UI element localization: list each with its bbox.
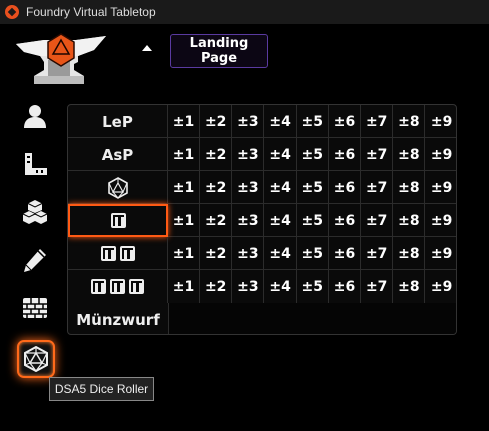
dice-row-label[interactable] [68,270,168,303]
modifier-button[interactable]: ±5 [297,237,329,270]
modifier-button[interactable]: ±2 [200,270,233,303]
modifier-button[interactable]: ±3 [232,270,265,303]
modifier-button[interactable]: ±2 [200,204,233,237]
window-title: Foundry Virtual Tabletop [26,5,156,19]
modifier-button[interactable]: ±3 [232,237,265,270]
tool-measure[interactable] [17,146,53,182]
dice-roller-panel: LeP ±1 ±2 ±3 ±4 ±5 ±6 ±7 ±8 ±9 AsP ±1 ±2 ±3 ±4 ±5 ±6 ±7 ±8… [67,104,457,335]
modifier-button[interactable]: ±4 [265,171,297,204]
tool-drawing[interactable] [17,242,53,278]
modifier-button[interactable]: ±8 [393,204,426,237]
dice-row-label[interactable]: AsP [68,138,168,171]
modifier-button[interactable]: ±4 [265,270,297,303]
modifier-button[interactable]: ±3 [232,204,265,237]
landing-page-button[interactable]: Landing Page [170,34,268,68]
user-icon [24,105,46,128]
modifier-button[interactable]: ±6 [329,204,361,237]
modifier-button[interactable]: ±9 [426,171,456,204]
modifier-button[interactable]: ±7 [361,204,394,237]
dice-row: ±1 ±2 ±3 ±4 ±5 ±6 ±7 ±8 ±9 [68,171,456,204]
modifier-button[interactable]: ±4 [265,204,297,237]
cubes-icon [22,200,48,224]
title-bar: Foundry Virtual Tabletop [0,0,489,24]
modifier-button[interactable]: ±6 [329,105,361,138]
modifier-button[interactable]: ±7 [361,171,394,204]
modifier-button[interactable]: ±2 [200,138,233,171]
d6-icon [100,246,116,261]
d6-icon [119,246,135,261]
modifier-button[interactable]: ±1 [168,171,200,204]
modifier-button[interactable]: ±4 [265,138,297,171]
modifier-button[interactable]: ±2 [200,237,233,270]
modifier-button[interactable]: ±1 [168,204,200,237]
modifier-button[interactable]: ±2 [200,105,233,138]
modifier-button[interactable]: ±5 [297,171,329,204]
foundry-app-icon [5,5,19,19]
modifier-button[interactable]: ±3 [232,138,265,171]
modifier-button[interactable]: ±9 [426,204,456,237]
modifier-button[interactable]: ±5 [297,138,329,171]
modifier-button[interactable]: ±8 [393,138,426,171]
modifier-button[interactable]: ±1 [168,237,200,270]
dice-row: ±1 ±2 ±3 ±4 ±5 ±6 ±7 ±8 ±9 [68,204,456,237]
coin-flip-button[interactable]: Münzwurf [68,303,168,334]
dice-row-label[interactable] [68,204,168,237]
brick-wall-icon [23,298,47,318]
modifier-button[interactable]: ±8 [393,270,426,303]
pencil-icon [24,249,46,272]
dice-row-label[interactable]: LeP [68,105,168,138]
modifier-button[interactable]: ±5 [297,105,329,138]
coin-flip-empty-area [168,303,456,334]
modifier-button[interactable]: ±5 [297,204,329,237]
foundry-anvil-logo [16,33,106,84]
modifier-button[interactable]: ±8 [393,171,426,204]
modifier-button[interactable]: ±3 [232,171,265,204]
caret-up-icon[interactable] [140,42,154,56]
modifier-button[interactable]: ±9 [426,237,456,270]
d20-icon [107,176,128,199]
modifier-button[interactable]: ±7 [361,237,394,270]
modifier-button[interactable]: ±5 [297,270,329,303]
modifier-button[interactable]: ±1 [168,138,200,171]
dice-row: AsP ±1 ±2 ±3 ±4 ±5 ±6 ±7 ±8 ±9 [68,138,456,171]
modifier-button[interactable]: ±8 [393,105,426,138]
d20-icon [24,346,48,372]
modifier-button[interactable]: ±1 [168,105,200,138]
modifier-button[interactable]: ±6 [329,237,361,270]
dice-row: LeP ±1 ±2 ±3 ±4 ±5 ±6 ±7 ±8 ±9 [68,105,456,138]
modifier-button[interactable]: ±2 [200,171,233,204]
dice-row-label[interactable] [68,237,168,270]
dice-row-label[interactable] [68,171,168,204]
ruler-icon [25,153,47,175]
tool-token-controls[interactable] [17,98,53,134]
tool-walls[interactable] [17,290,53,326]
d6-icon [129,279,144,294]
modifier-button[interactable]: ±6 [329,138,361,171]
tool-dsa5-dice-roller[interactable] [17,340,55,378]
modifier-button[interactable]: ±6 [329,171,361,204]
modifier-button[interactable]: ±9 [426,138,456,171]
dice-row: ±1 ±2 ±3 ±4 ±5 ±6 ±7 ±8 ±9 [68,237,456,270]
modifier-button[interactable]: ±4 [265,105,297,138]
tool-tiles[interactable] [17,194,53,230]
d6-icon [110,279,125,294]
modifier-button[interactable]: ±9 [426,270,456,303]
modifier-button[interactable]: ±8 [393,237,426,270]
modifier-button[interactable]: ±3 [232,105,265,138]
d6-icon [110,213,126,228]
tool-tooltip: DSA5 Dice Roller [49,377,154,401]
dice-row: ±1 ±2 ±3 ±4 ±5 ±6 ±7 ±8 ±9 [68,270,456,303]
modifier-button[interactable]: ±4 [265,237,297,270]
modifier-button[interactable]: ±6 [329,270,361,303]
modifier-button[interactable]: ±9 [426,105,456,138]
modifier-button[interactable]: ±7 [361,270,394,303]
d6-icon [91,279,106,294]
modifier-button[interactable]: ±1 [168,270,200,303]
modifier-button[interactable]: ±7 [361,138,394,171]
modifier-button[interactable]: ±7 [361,105,394,138]
